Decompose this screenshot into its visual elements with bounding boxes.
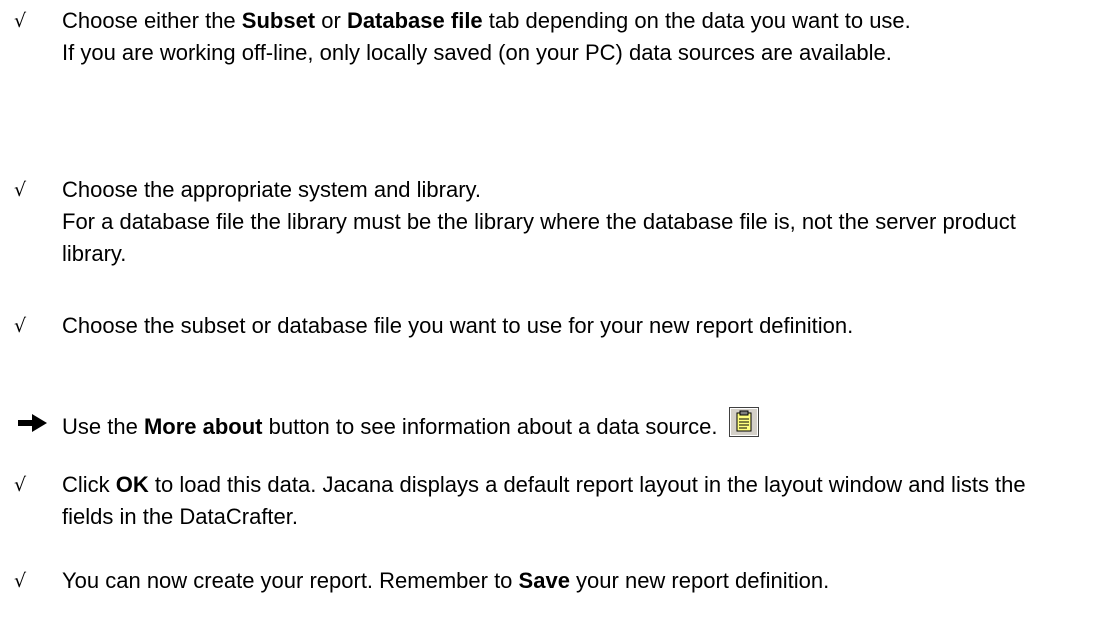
text-run: tab depending on the data you want to us…	[482, 8, 911, 33]
instruction-text: You can now create your report. Remember…	[62, 565, 1072, 597]
instruction-line: Choose the subset or database file you w…	[62, 313, 854, 338]
checkmark-bullet: √	[14, 315, 27, 337]
text-run: to load this data. Jacana displays a def…	[62, 472, 1026, 529]
text-run: Choose either the	[62, 8, 242, 33]
text-run: your new report definition.	[569, 568, 830, 593]
right-arrow-icon	[18, 414, 47, 432]
notepad-icon	[729, 407, 760, 437]
checkmark-bullet: √	[14, 10, 27, 32]
checkmark-bullet: √	[14, 570, 27, 592]
text-run: Click	[62, 472, 116, 497]
bold-term-subset: Subset	[241, 8, 316, 33]
instruction-text: Choose the subset or database file you w…	[62, 310, 1072, 342]
instruction-note: For a database file the library must be …	[62, 209, 1016, 266]
instruction-line: Choose the appropriate system and librar…	[62, 177, 482, 202]
instruction-note: If you are working off-line, only locall…	[62, 40, 892, 65]
bold-term-ok: OK	[115, 472, 149, 497]
instruction-text: Use the More about button to see informa…	[62, 407, 1072, 443]
bold-term-more-about: More about	[143, 414, 263, 439]
checkmark-bullet: √	[14, 474, 27, 496]
instruction-text: Click OK to load this data. Jacana displ…	[62, 469, 1072, 533]
text-run: button to see information about a data s…	[262, 414, 718, 439]
checkmark-bullet: √	[14, 179, 27, 201]
text-run: Use the	[62, 414, 144, 439]
bold-term-save: Save	[518, 568, 570, 593]
bold-term-database-file: Database file	[346, 8, 483, 33]
text-run: or	[315, 8, 347, 33]
instruction-text: Choose either the Subset or Database fil…	[62, 5, 1072, 69]
instruction-text: Choose the appropriate system and librar…	[62, 174, 1072, 270]
text-run: You can now create your report. Remember…	[62, 568, 519, 593]
